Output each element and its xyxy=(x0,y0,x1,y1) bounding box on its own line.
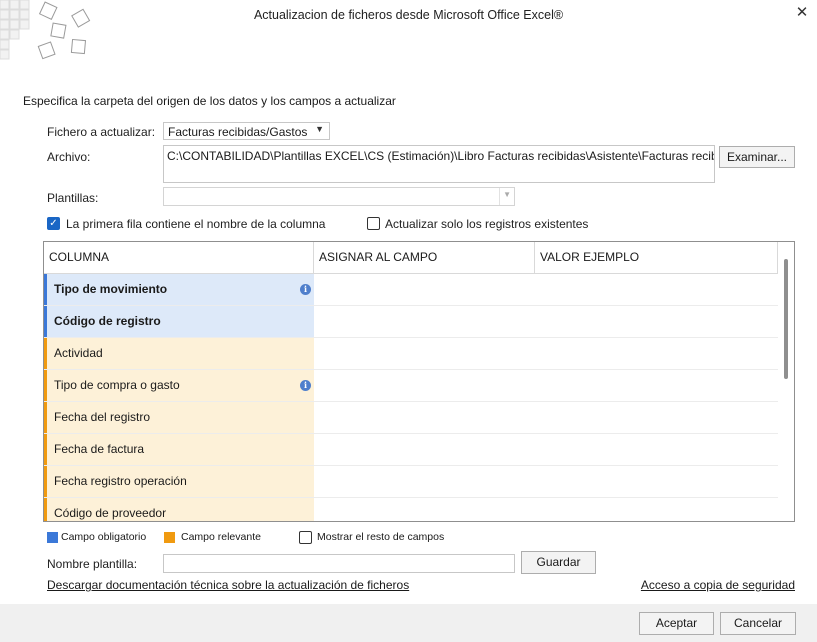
table-row[interactable]: Código de proveedor xyxy=(44,498,778,521)
only-existing-label: Actualizar solo los registros existentes xyxy=(385,217,589,231)
grid-cell-columna[interactable]: Código de proveedor xyxy=(44,498,314,521)
column-header-asignar[interactable]: ASIGNAR AL CAMPO xyxy=(314,242,535,273)
field-name: Tipo de movimiento xyxy=(54,282,168,296)
table-row[interactable]: Tipo de movimiento i xyxy=(44,274,778,306)
dialog-footer: Aceptar Cancelar xyxy=(0,604,817,642)
field-name: Código de proveedor xyxy=(54,506,167,520)
table-row[interactable]: Fecha registro operación xyxy=(44,466,778,498)
table-row[interactable]: Tipo de compra o gasto i xyxy=(44,370,778,402)
fields-grid: COLUMNA ASIGNAR AL CAMPO VALOR EJEMPLO T… xyxy=(43,241,795,522)
grid-cell-columna[interactable]: Tipo de movimiento i xyxy=(44,274,314,305)
plantillas-label: Plantillas: xyxy=(47,191,99,205)
backup-link[interactable]: Acceso a copia de seguridad xyxy=(641,578,795,592)
accept-button[interactable]: Aceptar xyxy=(639,612,714,635)
fichero-select-value: Facturas recibidas/Gastos xyxy=(168,125,308,139)
nombre-plantilla-label: Nombre plantilla: xyxy=(47,557,138,571)
column-header-columna[interactable]: COLUMNA xyxy=(44,242,314,273)
dropdown-arrow-icon: ▼ xyxy=(503,190,511,199)
instructions-text: Especifica la carpeta del origen de los … xyxy=(23,94,396,108)
info-icon[interactable]: i xyxy=(300,284,311,295)
dropdown-arrow-icon: ▼ xyxy=(315,124,324,134)
field-name: Fecha de factura xyxy=(54,442,145,456)
grid-cell-columna[interactable]: Tipo de compra o gasto i xyxy=(44,370,314,401)
show-rest-checkbox[interactable] xyxy=(299,531,312,544)
legend-required-swatch xyxy=(47,532,58,543)
examinar-button[interactable]: Examinar... xyxy=(719,146,795,168)
only-existing-checkbox[interactable] xyxy=(367,217,380,230)
column-header-valor[interactable]: VALOR EJEMPLO xyxy=(535,242,778,273)
grid-cell-columna[interactable]: Fecha de factura xyxy=(44,434,314,465)
grid-cell-columna[interactable]: Código de registro xyxy=(44,306,314,337)
grid-header: COLUMNA ASIGNAR AL CAMPO VALOR EJEMPLO xyxy=(44,242,778,274)
legend-required-label: Campo obligatorio xyxy=(61,531,147,543)
nombre-plantilla-input[interactable] xyxy=(163,554,515,573)
window-title: Actualizacion de ficheros desde Microsof… xyxy=(253,8,564,22)
grid-scrollbar[interactable] xyxy=(784,259,788,379)
table-row[interactable]: Fecha de factura xyxy=(44,434,778,466)
field-name: Fecha del registro xyxy=(54,410,151,424)
legend-relevant-label: Campo relevante xyxy=(181,531,261,543)
first-row-checkbox[interactable]: ✓ xyxy=(47,217,60,230)
first-row-label: La primera fila contiene el nombre de la… xyxy=(66,217,326,231)
field-name: Tipo de compra o gasto xyxy=(54,378,180,392)
grid-cell-columna[interactable]: Fecha registro operación xyxy=(44,466,314,497)
table-row[interactable]: Actividad xyxy=(44,338,778,370)
select-divider xyxy=(499,188,500,205)
plantillas-select[interactable]: ▼ xyxy=(163,187,515,206)
legend-relevant-swatch xyxy=(164,532,175,543)
cancel-button[interactable]: Cancelar xyxy=(720,612,796,635)
table-row[interactable]: Fecha del registro xyxy=(44,402,778,434)
archivo-label: Archivo: xyxy=(47,150,91,164)
fichero-label: Fichero a actualizar: xyxy=(47,125,156,139)
field-name: Fecha registro operación xyxy=(54,474,187,488)
fichero-select[interactable]: Facturas recibidas/Gastos ▼ xyxy=(163,122,330,140)
field-name: Código de registro xyxy=(54,314,161,328)
field-name: Actividad xyxy=(54,346,103,360)
grid-cell-columna[interactable]: Fecha del registro xyxy=(44,402,314,433)
show-rest-label: Mostrar el resto de campos xyxy=(317,531,445,543)
info-icon[interactable]: i xyxy=(300,380,311,391)
download-doc-link[interactable]: Descargar documentación técnica sobre la… xyxy=(47,578,409,592)
table-row[interactable]: Código de registro xyxy=(44,306,778,338)
close-icon[interactable]: ✕ xyxy=(792,3,812,23)
archivo-field[interactable]: C:\CONTABILIDAD\Plantillas EXCEL\CS (Est… xyxy=(163,145,715,183)
grid-cell-columna[interactable]: Actividad xyxy=(44,338,314,369)
guardar-button[interactable]: Guardar xyxy=(521,551,596,574)
